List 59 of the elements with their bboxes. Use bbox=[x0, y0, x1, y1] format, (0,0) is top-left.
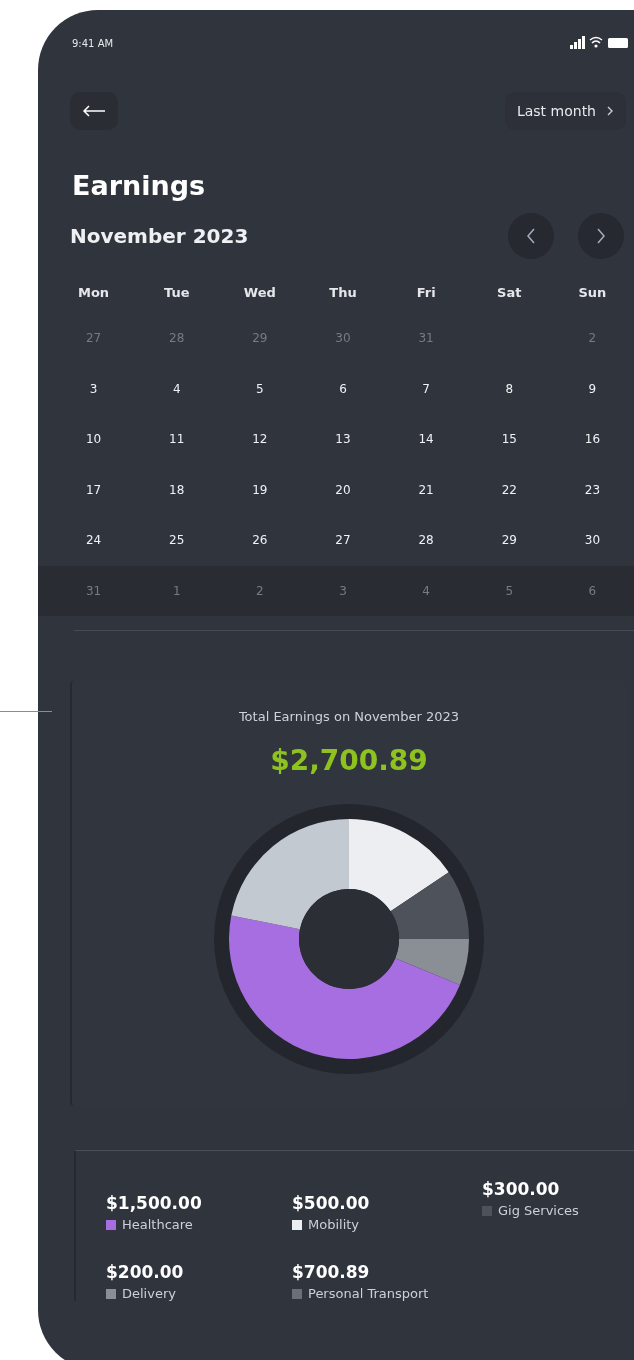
previous-month-button[interactable] bbox=[508, 213, 554, 259]
legend-label: Delivery bbox=[122, 1286, 176, 1301]
legend-label: Personal Transport bbox=[308, 1286, 429, 1301]
calendar-day[interactable]: 8 bbox=[505, 381, 514, 396]
calendar-day[interactable]: 16 bbox=[584, 432, 601, 447]
legend-amount: $200.00 bbox=[106, 1262, 185, 1282]
summary-label: Total Earnings on November 2023 bbox=[238, 709, 460, 724]
calendar-day[interactable]: 4 bbox=[172, 381, 181, 396]
calendar-day[interactable]: 18 bbox=[169, 482, 185, 497]
calendar-day[interactable]: 10 bbox=[85, 432, 102, 447]
calendar-day[interactable]: 28 bbox=[418, 533, 434, 548]
calendar-day[interactable]: 5 bbox=[256, 381, 264, 396]
weekday-label: Tue bbox=[162, 285, 191, 302]
calendar-day[interactable]: 13 bbox=[335, 432, 351, 447]
calendar-day[interactable]: 17 bbox=[85, 482, 102, 497]
legend-amount: $300.00 bbox=[482, 1179, 561, 1199]
calendar-day[interactable]: 30 bbox=[584, 533, 601, 548]
chevron-left-icon bbox=[526, 228, 536, 244]
legend-amount: $700.89 bbox=[292, 1262, 371, 1282]
calendar-day[interactable]: 24 bbox=[85, 533, 102, 548]
calendar-day[interactable]: 3 bbox=[89, 381, 98, 396]
month-label: November 2023 bbox=[70, 224, 249, 248]
back-button[interactable] bbox=[70, 92, 118, 130]
calendar-day[interactable]: 26 bbox=[252, 533, 268, 548]
calendar-day[interactable]: 19 bbox=[252, 482, 268, 497]
weekday-label: Fri bbox=[415, 285, 437, 302]
calendar-day[interactable]: 20 bbox=[335, 482, 351, 497]
chevron-right-icon bbox=[596, 228, 606, 244]
calendar-day[interactable]: 14 bbox=[418, 432, 434, 447]
calendar-day[interactable]: 27 bbox=[335, 533, 351, 548]
calendar-day[interactable]: 25 bbox=[169, 533, 185, 548]
legend-label: Gig Services bbox=[498, 1203, 579, 1218]
legend-label: Mobility bbox=[308, 1217, 360, 1232]
period-dropdown[interactable]: Last month bbox=[504, 92, 626, 130]
weekday-label: Thu bbox=[328, 285, 358, 302]
back-arrow-icon bbox=[82, 105, 106, 117]
status-icons bbox=[570, 36, 628, 50]
calendar-day[interactable]: 21 bbox=[418, 482, 434, 497]
chevron-right-icon bbox=[606, 106, 614, 116]
weekday-label: Sat bbox=[496, 285, 523, 302]
calendar-day[interactable]: 15 bbox=[501, 432, 517, 447]
legend-amount: $500.00 bbox=[292, 1193, 371, 1213]
calendar-day[interactable]: 9 bbox=[588, 381, 597, 396]
legend-amount: $1,500.00 bbox=[106, 1193, 203, 1213]
page-title: Earnings bbox=[72, 170, 207, 201]
legend-label: Healthcare bbox=[122, 1217, 193, 1232]
next-month-button[interactable] bbox=[578, 213, 624, 259]
calendar-day[interactable]: 7 bbox=[422, 381, 430, 396]
status-time: 9:41 AM bbox=[72, 37, 114, 49]
calendar-day[interactable]: 6 bbox=[339, 381, 347, 396]
weekday-label: Sun bbox=[577, 285, 608, 302]
calendar-day[interactable]: 11 bbox=[169, 432, 185, 447]
calendar-day[interactable]: 29 bbox=[501, 533, 517, 548]
weekday-label: Mon bbox=[77, 285, 111, 302]
total-amount: $2,700.89 bbox=[270, 744, 428, 777]
calendar-day[interactable]: 23 bbox=[584, 482, 601, 497]
calendar-day[interactable]: 22 bbox=[501, 482, 517, 497]
calendar-day[interactable]: 12 bbox=[252, 432, 268, 447]
weekday-label: Wed bbox=[242, 285, 277, 302]
